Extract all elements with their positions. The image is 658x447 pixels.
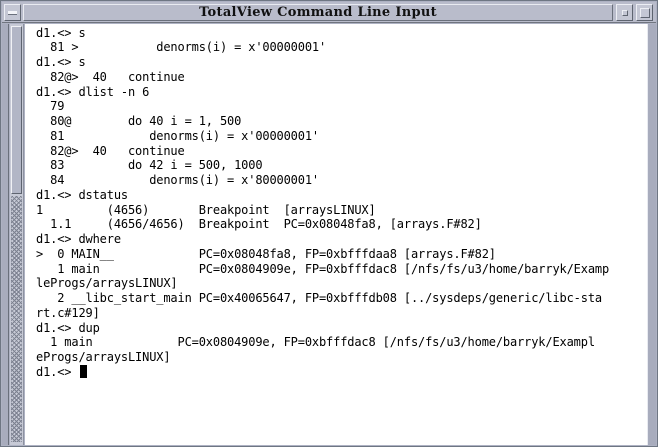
terminal-line: 1 (4656) Breakpoint [arraysLINUX]: [36, 203, 376, 217]
terminal-line: d1.<> s: [36, 55, 86, 69]
window-frame-right: [647, 24, 656, 445]
window-title: TotalView Command Line Input: [23, 4, 613, 21]
terminal-line: leProgs/arraysLINUX]: [36, 276, 178, 290]
window-frame-left: [2, 24, 9, 445]
scrollbar-trough[interactable]: [11, 196, 22, 442]
minimize-icon: [622, 10, 628, 16]
terminal-line: 82@> 40 continue: [36, 70, 185, 84]
text-cursor: [80, 365, 88, 378]
terminal-line: 81 denorms(i) = x'00000001': [36, 129, 319, 143]
terminal-line: d1.<> dwhere: [36, 232, 121, 246]
terminal-line: rt.c#129]: [36, 306, 100, 320]
vertical-scrollbar[interactable]: [10, 24, 24, 445]
terminal-line: 82@> 40 continue: [36, 144, 185, 158]
terminal-line: d1.<> dlist -n 6: [36, 85, 150, 99]
terminal-line: d1.<> s: [36, 26, 86, 40]
terminal-line: d1.<> dstatus: [36, 188, 128, 202]
terminal-line: 83 do 42 i = 500, 1000: [36, 158, 263, 172]
title-bar[interactable]: TotalView Command Line Input: [2, 2, 656, 23]
maximize-icon: [640, 8, 650, 18]
maximize-button[interactable]: [636, 4, 653, 21]
command-line-window: TotalView Command Line Input d1.<> s 81 …: [0, 0, 658, 447]
terminal-line: 1 main PC=0x0804909e, FP=0xbfffdac8 [/nf…: [36, 262, 610, 276]
window-menu-icon: [8, 11, 17, 15]
terminal-line: 2 __libc_start_main PC=0x40065647, FP=0x…: [36, 291, 602, 305]
terminal-line: eProgs/arraysLINUX]: [36, 350, 171, 364]
window-menu-button[interactable]: [4, 4, 21, 21]
minimize-button[interactable]: [616, 4, 633, 21]
command-prompt: d1.<>: [36, 365, 79, 379]
terminal-line: d1.<> dup: [36, 321, 100, 335]
terminal-line: 81 > denorms(i) = x'00000001': [36, 40, 327, 54]
terminal-line: > 0 MAIN__ PC=0x08048fa8, FP=0xbfffdaa8 …: [36, 247, 496, 261]
terminal-line: 1.1 (4656/4656) Breakpoint PC=0x08048fa8…: [36, 217, 482, 231]
terminal-line: 84 denorms(i) = x'80000001': [36, 173, 319, 187]
terminal-line: 80@ do 40 i = 1, 500: [36, 114, 242, 128]
scrollbar-thumb[interactable]: [11, 26, 22, 194]
terminal-output[interactable]: d1.<> s 81 > denorms(i) = x'00000001' d1…: [25, 24, 647, 445]
command-prompt-line[interactable]: d1.<>: [36, 365, 88, 379]
terminal-line: 1 main PC=0x0804909e, FP=0xbfffdac8 [/nf…: [36, 335, 595, 349]
terminal-line: 79: [36, 99, 65, 113]
